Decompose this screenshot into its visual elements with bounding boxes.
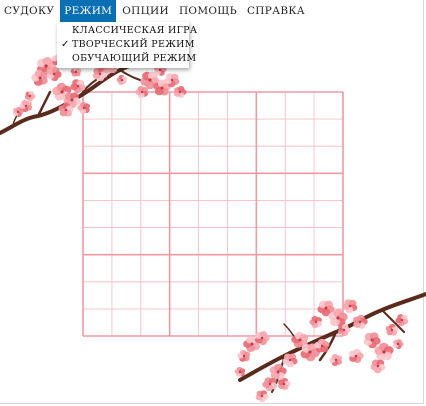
sudoku-cell[interactable]: [169, 227, 199, 256]
menu-option-label: КЛАССИЧЕСКАЯ ИГРА: [72, 25, 198, 36]
sudoku-cell[interactable]: [82, 281, 113, 310]
sudoku-cell[interactable]: [284, 281, 315, 310]
sudoku-cell[interactable]: [198, 200, 228, 228]
sudoku-cell[interactable]: [198, 227, 228, 256]
sudoku-cell[interactable]: [255, 91, 286, 120]
sudoku-cell[interactable]: [140, 281, 171, 310]
sudoku-cell[interactable]: [111, 118, 142, 147]
sudoku-board[interactable]: [82, 91, 344, 337]
sudoku-cell[interactable]: [227, 227, 257, 256]
sudoku-cell[interactable]: [255, 254, 286, 283]
menu-option-label: ОБУЧАЮЩИЙ РЕЖИМ: [72, 53, 197, 64]
sudoku-cell[interactable]: [255, 227, 286, 256]
sudoku-cell[interactable]: [140, 227, 171, 256]
sudoku-cell[interactable]: [169, 254, 199, 283]
sudoku-cell[interactable]: [169, 91, 199, 120]
sudoku-cell[interactable]: [284, 145, 315, 174]
sudoku-cell[interactable]: [111, 281, 142, 310]
sudoku-cell[interactable]: [255, 145, 286, 174]
sudoku-cell[interactable]: [140, 254, 171, 283]
menu-options[interactable]: ОПЦИИ: [118, 0, 173, 22]
sudoku-cell[interactable]: [255, 118, 286, 147]
sudoku-cell[interactable]: [284, 118, 315, 147]
sudoku-cell[interactable]: [169, 118, 199, 147]
sudoku-cell[interactable]: [313, 254, 344, 283]
sudoku-cell[interactable]: [255, 281, 286, 310]
sudoku-cell[interactable]: [198, 91, 228, 120]
sudoku-cell[interactable]: [227, 308, 257, 337]
sudoku-cell[interactable]: [169, 172, 199, 201]
sudoku-cell[interactable]: [82, 118, 113, 147]
sudoku-cell[interactable]: [198, 118, 228, 147]
menu-help[interactable]: ПОМОЩЬ: [175, 0, 241, 22]
sudoku-cell[interactable]: [255, 308, 286, 337]
menu-option-creative-mode[interactable]: ✓ ТВОРЧЕСКИЙ РЕЖИМ: [57, 38, 195, 52]
menu-reference[interactable]: СПРАВКА: [243, 0, 309, 22]
menu-option-training-mode[interactable]: ОБУЧАЮЩИЙ РЕЖИМ: [57, 52, 196, 66]
sudoku-cell[interactable]: [284, 172, 315, 201]
sudoku-cell[interactable]: [140, 91, 171, 120]
sudoku-cell[interactable]: [140, 172, 171, 201]
sudoku-cell[interactable]: [313, 281, 344, 310]
sudoku-cell[interactable]: [111, 254, 142, 283]
menu-sudoku[interactable]: СУДОКУ: [0, 0, 58, 22]
sudoku-cell[interactable]: [198, 172, 228, 201]
sudoku-cell[interactable]: [111, 308, 142, 337]
sudoku-cell[interactable]: [255, 200, 286, 228]
sudoku-cell[interactable]: [227, 91, 257, 120]
sudoku-cell[interactable]: [169, 145, 199, 174]
sudoku-cell[interactable]: [284, 91, 315, 120]
sudoku-cell[interactable]: [284, 308, 315, 337]
sudoku-cell[interactable]: [111, 145, 142, 174]
sudoku-cell[interactable]: [313, 200, 344, 228]
sudoku-cell[interactable]: [82, 200, 113, 228]
menu-option-classic-game[interactable]: КЛАССИЧЕСКАЯ ИГРА: [57, 24, 197, 38]
sudoku-cell[interactable]: [111, 200, 142, 228]
sudoku-cell[interactable]: [284, 200, 315, 228]
sudoku-cell[interactable]: [198, 281, 228, 310]
sudoku-cell[interactable]: [198, 308, 228, 337]
sudoku-cell[interactable]: [227, 172, 257, 201]
sudoku-cell[interactable]: [313, 227, 344, 256]
sudoku-cell[interactable]: [140, 118, 171, 147]
sudoku-cell[interactable]: [111, 227, 142, 256]
sudoku-cell[interactable]: [82, 91, 113, 120]
sudoku-cell[interactable]: [82, 227, 113, 256]
sudoku-cell[interactable]: [169, 281, 199, 310]
sudoku-cell[interactable]: [111, 91, 142, 120]
sudoku-cell[interactable]: [227, 200, 257, 228]
sudoku-cell[interactable]: [227, 118, 257, 147]
sudoku-cell[interactable]: [313, 118, 344, 147]
sudoku-cell[interactable]: [198, 254, 228, 283]
menu-option-label: ТВОРЧЕСКИЙ РЕЖИМ: [72, 39, 195, 50]
sudoku-cell[interactable]: [313, 145, 344, 174]
sudoku-cell[interactable]: [140, 308, 171, 337]
sudoku-cell[interactable]: [284, 254, 315, 283]
sudoku-cell[interactable]: [313, 308, 344, 337]
sudoku-cell[interactable]: [227, 254, 257, 283]
mode-dropdown-menu: КЛАССИЧЕСКАЯ ИГРА ✓ ТВОРЧЕСКИЙ РЕЖИМ ОБУ…: [57, 22, 197, 68]
sudoku-cell[interactable]: [169, 308, 199, 337]
sudoku-cell[interactable]: [82, 308, 113, 337]
sudoku-cell[interactable]: [169, 200, 199, 228]
sudoku-cell[interactable]: [227, 281, 257, 310]
sudoku-cell[interactable]: [255, 172, 286, 201]
sudoku-cell[interactable]: [284, 227, 315, 256]
checkmark-icon: ✓: [61, 39, 70, 50]
sudoku-cell[interactable]: [227, 145, 257, 174]
sudoku-cell[interactable]: [313, 172, 344, 201]
sudoku-cell[interactable]: [140, 145, 171, 174]
sudoku-cell[interactable]: [313, 91, 344, 120]
sudoku-cell[interactable]: [111, 172, 142, 201]
sudoku-cell[interactable]: [82, 254, 113, 283]
sudoku-cell[interactable]: [198, 145, 228, 174]
sudoku-cell[interactable]: [140, 200, 171, 228]
sudoku-cell[interactable]: [82, 172, 113, 201]
menu-mode[interactable]: РЕЖИМ: [60, 0, 117, 22]
menu-bar: СУДОКУ РЕЖИМ ОПЦИИ ПОМОЩЬ СПРАВКА: [0, 0, 426, 22]
sudoku-cell[interactable]: [82, 145, 113, 174]
